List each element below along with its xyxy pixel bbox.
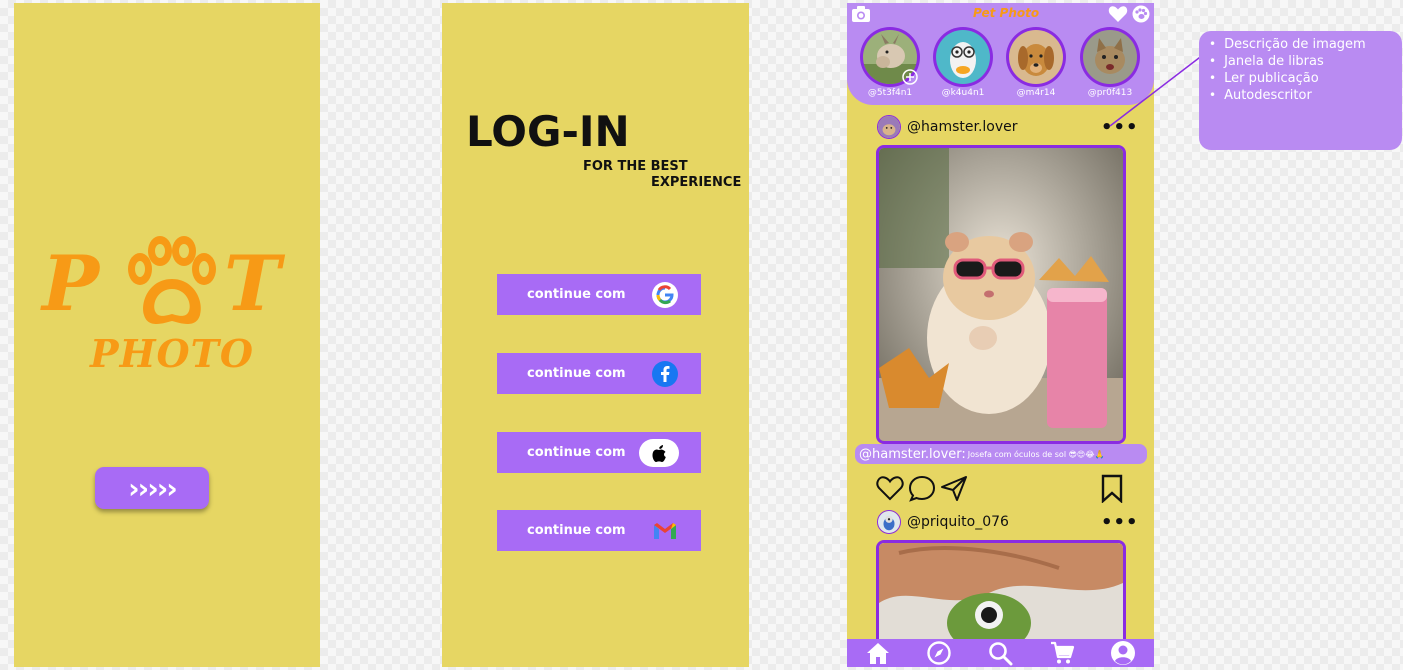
menu-item-image-description[interactable]: Descrição de imagem xyxy=(1209,36,1402,53)
more-options-icon[interactable]: ••• xyxy=(1101,512,1139,533)
menu-item-sign-language[interactable]: Janela de libras xyxy=(1209,53,1402,70)
more-options-icon[interactable]: ••• xyxy=(1101,117,1139,138)
splash-screen: P T PHOTO ››››› xyxy=(14,3,320,667)
story-username: @k4u4n1 xyxy=(941,88,985,98)
post-caption: @hamster.lover: Josefa com óculos de sol… xyxy=(855,444,1147,464)
story-ring xyxy=(1006,27,1066,87)
hamster-image xyxy=(879,148,1123,441)
logo-letter-t: T xyxy=(224,239,281,328)
login-subtitle-line2: EXPERIENCE xyxy=(651,175,742,190)
story-item[interactable]: @pr0f413 xyxy=(1079,27,1141,98)
story-ring xyxy=(933,27,993,87)
logo-letter-p: P xyxy=(42,239,100,328)
story-dog-image xyxy=(1009,30,1063,84)
explore-icon[interactable] xyxy=(926,640,952,666)
search-icon[interactable] xyxy=(987,640,1013,666)
continue-facebook-button[interactable]: continue com xyxy=(497,353,701,394)
login-button-label: continue com xyxy=(527,366,626,381)
apple-icon xyxy=(639,438,679,467)
post-username[interactable]: @priquito_076 xyxy=(907,514,1009,530)
paw-chat-icon[interactable] xyxy=(1131,5,1151,23)
profile-icon[interactable] xyxy=(1110,640,1136,666)
story-username: @m4r14 xyxy=(1016,88,1056,98)
continue-apple-button[interactable]: continue com xyxy=(497,432,701,473)
bottom-navigation xyxy=(847,639,1154,667)
avatar[interactable] xyxy=(877,115,901,139)
avatar[interactable] xyxy=(877,510,901,534)
home-icon[interactable] xyxy=(865,640,891,666)
comment-icon[interactable] xyxy=(907,473,937,503)
accessibility-menu: Descrição de imagem Janela de libras Ler… xyxy=(1199,31,1402,150)
logo-photo-text: PHOTO xyxy=(90,331,254,376)
continue-google-button[interactable]: continue com xyxy=(497,274,701,315)
continue-gmail-button[interactable]: continue com xyxy=(497,510,701,551)
login-screen: LOG-IN FOR THE BEST EXPERIENCE continue … xyxy=(442,3,749,667)
login-subtitle-line1: FOR THE BEST xyxy=(583,159,688,174)
next-button[interactable]: ››››› xyxy=(95,467,209,509)
facebook-icon xyxy=(651,360,679,388)
menu-item-autodescriber[interactable]: Autodescritor xyxy=(1209,87,1402,104)
post-header: @hamster.lover xyxy=(877,113,1018,141)
caption-text: Josefa com óculos de sol 😎😍😂🙏 xyxy=(967,449,1105,459)
post-header: @priquito_076 xyxy=(877,508,1009,536)
story-ring xyxy=(860,27,920,87)
story-duck-image xyxy=(936,30,990,84)
like-icon[interactable] xyxy=(875,473,905,503)
story-item[interactable]: @m4r14 xyxy=(1005,27,1067,98)
gmail-icon xyxy=(651,517,679,545)
post-image[interactable] xyxy=(876,145,1126,444)
story-item[interactable]: @k4u4n1 xyxy=(932,27,994,98)
bookmark-icon[interactable] xyxy=(1097,473,1127,503)
paw-icon xyxy=(128,236,216,324)
share-icon[interactable] xyxy=(939,473,969,503)
caption-username[interactable]: @hamster.lover: xyxy=(859,447,966,462)
app-logo: P T PHOTO xyxy=(42,231,292,391)
story-username: @pr0f413 xyxy=(1087,88,1133,98)
login-title: LOG-IN xyxy=(466,107,630,156)
story-item[interactable]: @5t3f4n1 xyxy=(859,27,921,98)
stories-header: Pet Photo @5t3f4n1 @k4u4n1 @m4r14 @pr0f4… xyxy=(847,3,1154,105)
add-story-icon[interactable] xyxy=(902,69,918,85)
login-button-label: continue com xyxy=(527,445,626,460)
heart-icon[interactable] xyxy=(1108,5,1128,23)
camera-icon[interactable] xyxy=(851,5,871,23)
parrot-image xyxy=(879,543,1123,647)
story-ring xyxy=(1080,27,1140,87)
story-cat-image xyxy=(1083,30,1137,84)
cart-icon[interactable] xyxy=(1049,640,1075,666)
login-button-label: continue com xyxy=(527,287,626,302)
story-username: @5t3f4n1 xyxy=(867,88,913,98)
post-actions xyxy=(875,473,1125,505)
feed-screen: Pet Photo @5t3f4n1 @k4u4n1 @m4r14 @pr0f4… xyxy=(847,3,1154,667)
app-title: Pet Photo xyxy=(973,6,1040,20)
post-username[interactable]: @hamster.lover xyxy=(907,119,1018,135)
menu-item-read-post[interactable]: Ler publicação xyxy=(1209,70,1402,87)
google-icon xyxy=(651,281,679,309)
post-image[interactable] xyxy=(876,540,1126,650)
login-button-label: continue com xyxy=(527,523,626,538)
